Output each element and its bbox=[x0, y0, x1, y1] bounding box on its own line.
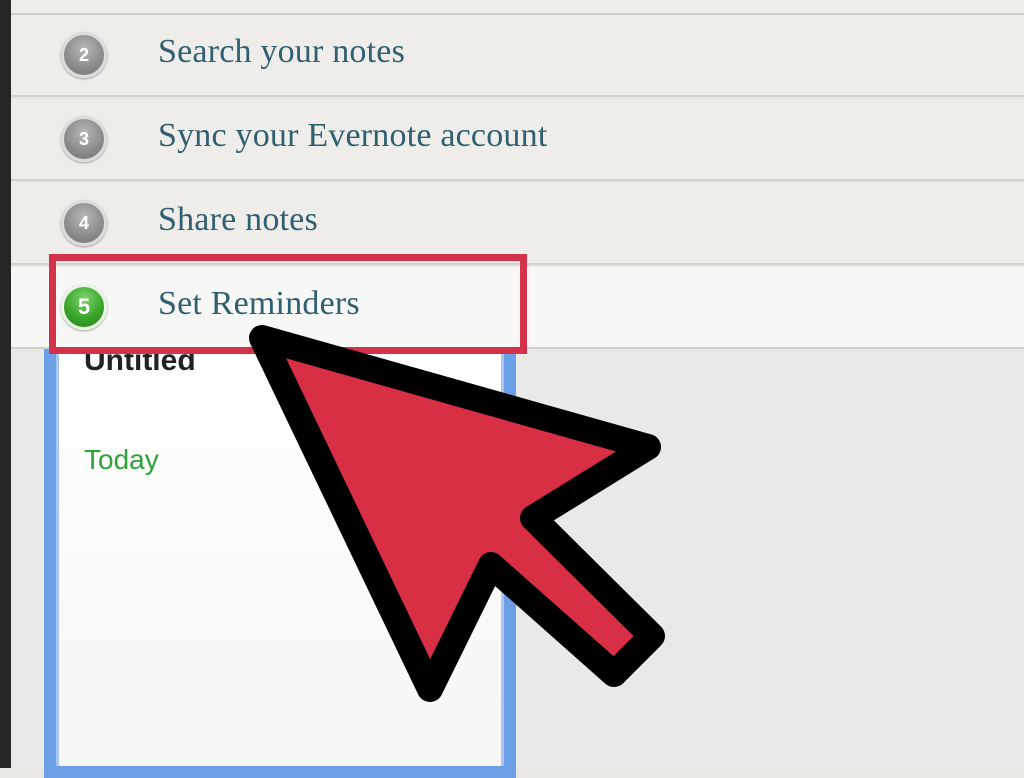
arrow-cursor-icon bbox=[249, 325, 665, 702]
